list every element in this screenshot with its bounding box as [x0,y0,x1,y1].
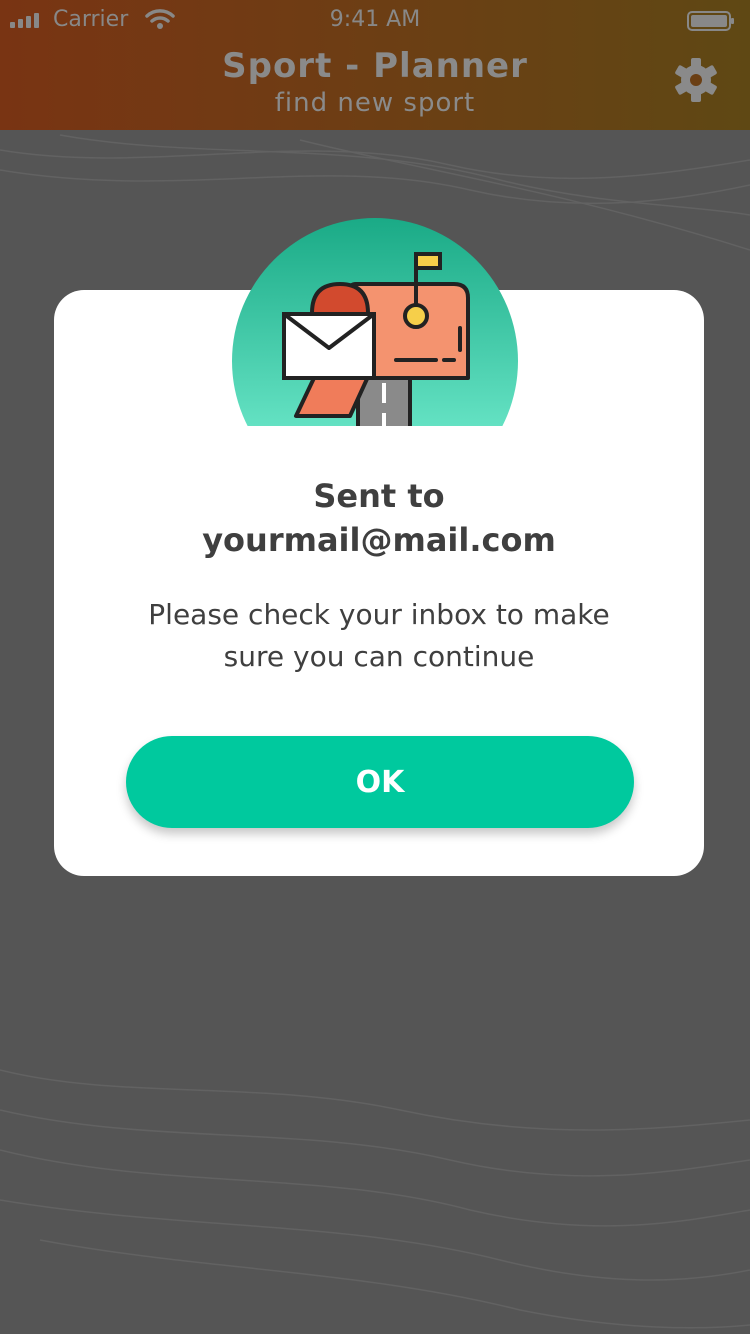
status-time: 9:41 AM [329,7,421,32]
message-line-1: Please check your inbox to make [148,598,610,631]
dialog-message: Please check your inbox to make sure you… [54,594,704,678]
dialog-heading: Sent to yourmail@mail.com [54,474,704,562]
status-bar: Carrier 9:41 AM [0,0,750,40]
battery-icon [687,11,734,31]
app-title: Sport - Planner [222,46,528,86]
app-subtitle: find new sport [274,88,476,118]
mailbox-icon [232,218,518,426]
email-address: yourmail@mail.com [202,521,556,559]
message-line-2: sure you can continue [223,640,535,673]
gear-icon[interactable] [673,57,719,103]
app-header: Carrier 9:41 AM Sport - Planner find new… [0,0,750,130]
heading-line-1: Sent to [313,477,445,515]
ok-button[interactable]: OK [126,736,634,828]
